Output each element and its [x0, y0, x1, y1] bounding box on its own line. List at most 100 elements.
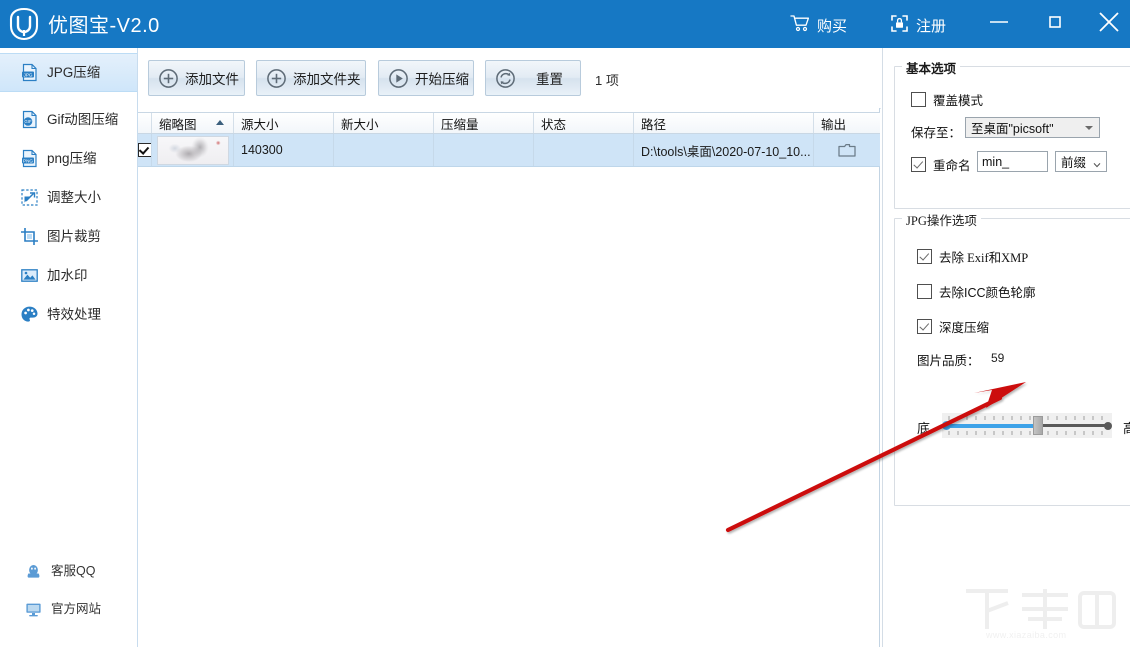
watermark-image-icon — [20, 266, 39, 285]
toolbar: 添加文件 添加文件夹 — [138, 48, 881, 109]
shopping-cart-icon — [790, 14, 810, 36]
add-folder-label: 添加文件夹 — [293, 68, 361, 88]
reset-button[interactable]: 重置 — [485, 60, 581, 96]
palette-icon — [20, 305, 39, 324]
row-status — [534, 134, 634, 166]
sidebar-item-watermark[interactable]: 加水印 — [0, 256, 137, 295]
minimize-button[interactable] — [978, 8, 1020, 40]
column-header-checkbox[interactable] — [138, 113, 152, 133]
refresh-circle-icon — [495, 68, 516, 89]
sidebar-item-png-compress[interactable]: PNG png压缩 — [0, 139, 137, 178]
column-header-new-size[interactable]: 新大小 — [334, 113, 434, 133]
maximize-button[interactable] — [1034, 8, 1076, 40]
column-header-label: 源大小 — [241, 114, 279, 133]
row-source-size: 140300 — [234, 134, 334, 166]
jpg-options-group: JPG操作选项 去除 Exif和XMP 去除ICC颜色轮廓 深度压缩 图片品质：… — [894, 218, 1130, 506]
sidebar-item-label: Gif动图压缩 — [47, 113, 118, 127]
jpg-options-title: JPG操作选项 — [902, 210, 981, 229]
start-compress-button[interactable]: 开始压缩 — [378, 60, 474, 96]
column-header-output[interactable]: 输出 — [814, 113, 880, 133]
svg-text:GIF: GIF — [24, 119, 32, 124]
image-thumbnail — [157, 136, 229, 165]
quality-label: 图片品质： — [917, 350, 980, 369]
svg-text:PNG: PNG — [23, 158, 33, 163]
play-circle-icon — [388, 68, 409, 89]
app-title: 优图宝-V2.0 — [48, 9, 160, 38]
row-output-folder-button[interactable] — [814, 134, 880, 166]
save-to-dropdown[interactable]: 至桌面"picsoft" — [965, 117, 1100, 138]
column-header-label: 输出 — [821, 114, 846, 133]
close-icon — [1096, 9, 1122, 40]
close-button[interactable] — [1088, 8, 1130, 40]
add-files-button[interactable]: 添加文件 — [148, 60, 245, 96]
plus-circle-icon — [158, 68, 179, 89]
overwrite-mode-checkbox[interactable]: 覆盖模式 — [911, 90, 983, 109]
column-header-label: 缩略图 — [159, 114, 197, 133]
gif-file-icon: GIF — [20, 110, 39, 129]
quality-slider-thumb[interactable] — [1033, 416, 1043, 435]
register-label: 注册 — [916, 15, 946, 36]
quality-value: 59 — [991, 351, 1004, 365]
register-button[interactable]: 注册 — [890, 12, 946, 38]
sidebar-item-crop[interactable]: 图片裁剪 — [0, 217, 137, 256]
sidebar-item-resize[interactable]: 调整大小 — [0, 178, 137, 217]
add-files-label: 添加文件 — [185, 68, 239, 88]
remove-exif-checkbox[interactable]: 去除 Exif和XMP — [917, 247, 1028, 266]
basic-options-title: 基本选项 — [902, 58, 960, 77]
rename-checkbox[interactable]: 重命名 — [911, 155, 971, 174]
save-to-value: 至桌面"picsoft" — [971, 118, 1054, 137]
row-new-size — [334, 134, 434, 166]
sidebar-item-label: png压缩 — [47, 152, 97, 166]
u-shield-logo-icon — [6, 6, 42, 42]
sidebar-item-jpg-compress[interactable]: JPG JPG压缩 — [0, 53, 137, 92]
jpg-file-icon: JPG — [20, 63, 39, 82]
remove-icc-label: 去除ICC颜色轮廓 — [939, 282, 1036, 301]
add-folder-button[interactable]: 添加文件夹 — [256, 60, 366, 96]
slider-left-endpoint — [942, 421, 951, 430]
column-header-path[interactable]: 路径 — [634, 113, 814, 133]
slider-right-endpoint — [1104, 422, 1112, 430]
basic-options-group: 基本选项 覆盖模式 保存至： 至桌面"picsoft" 重命名 min_ 前缀 — [894, 66, 1130, 209]
column-header-source-size[interactable]: 源大小 — [234, 113, 334, 133]
checkbox-checked-icon — [917, 249, 932, 264]
row-checkbox[interactable] — [138, 134, 152, 166]
checkbox-checked-icon — [138, 143, 152, 157]
rename-label: 重命名 — [933, 155, 971, 174]
crop-icon — [20, 227, 39, 246]
file-list: 缩略图 源大小 新大小 压缩量 状态 路径 — [138, 108, 880, 647]
deep-compress-checkbox[interactable]: 深度压缩 — [917, 317, 989, 336]
application-window: 优图宝-V2.0 购买 注册 — [0, 0, 1130, 647]
title-bar: 优图宝-V2.0 购买 注册 — [0, 0, 1130, 48]
slider-filled-track — [946, 424, 1038, 428]
item-count-label: 1 项 — [595, 70, 619, 89]
sidebar-item-qq-support[interactable]: 客服QQ — [0, 556, 137, 586]
column-header-label: 新大小 — [341, 114, 379, 133]
register-lock-icon — [890, 14, 909, 37]
remove-icc-checkbox[interactable]: 去除ICC颜色轮廓 — [917, 282, 1036, 301]
maximize-icon — [1047, 14, 1063, 35]
column-header-thumbnail[interactable]: 缩略图 — [152, 113, 234, 133]
minimize-icon — [988, 15, 1010, 33]
sidebar-item-label: 调整大小 — [47, 191, 101, 205]
table-row[interactable]: 140300 D:\tools\桌面\2020-07-10_10... — [138, 134, 880, 167]
sidebar-item-label: 特效处理 — [47, 308, 101, 322]
buy-button[interactable]: 购买 — [790, 12, 847, 38]
rename-prefix-input[interactable]: min_ — [977, 151, 1048, 172]
column-header-status[interactable]: 状态 — [534, 113, 634, 133]
sidebar-bottom-label: 客服QQ — [51, 565, 95, 578]
column-header-label: 状态 — [541, 114, 566, 133]
sidebar-item-gif-compress[interactable]: GIF Gif动图压缩 — [0, 100, 137, 139]
start-compress-label: 开始压缩 — [415, 68, 469, 88]
rename-mode-value: 前缀 — [1061, 152, 1086, 171]
sidebar-item-official-site[interactable]: 官方网站 — [0, 594, 137, 624]
column-header-compressed-amount[interactable]: 压缩量 — [434, 113, 534, 133]
slider-remaining-track — [1038, 424, 1108, 427]
sidebar-item-effects[interactable]: 特效处理 — [0, 295, 137, 334]
chevron-down-icon — [1093, 158, 1101, 166]
rename-mode-dropdown[interactable]: 前缀 — [1055, 151, 1107, 172]
qq-penguin-icon — [24, 562, 43, 581]
sidebar: JPG JPG压缩 GIF Gif动图压缩 — [0, 48, 138, 647]
resize-icon — [20, 188, 39, 207]
checkbox-checked-icon — [917, 319, 932, 334]
quality-slider[interactable] — [942, 413, 1112, 438]
